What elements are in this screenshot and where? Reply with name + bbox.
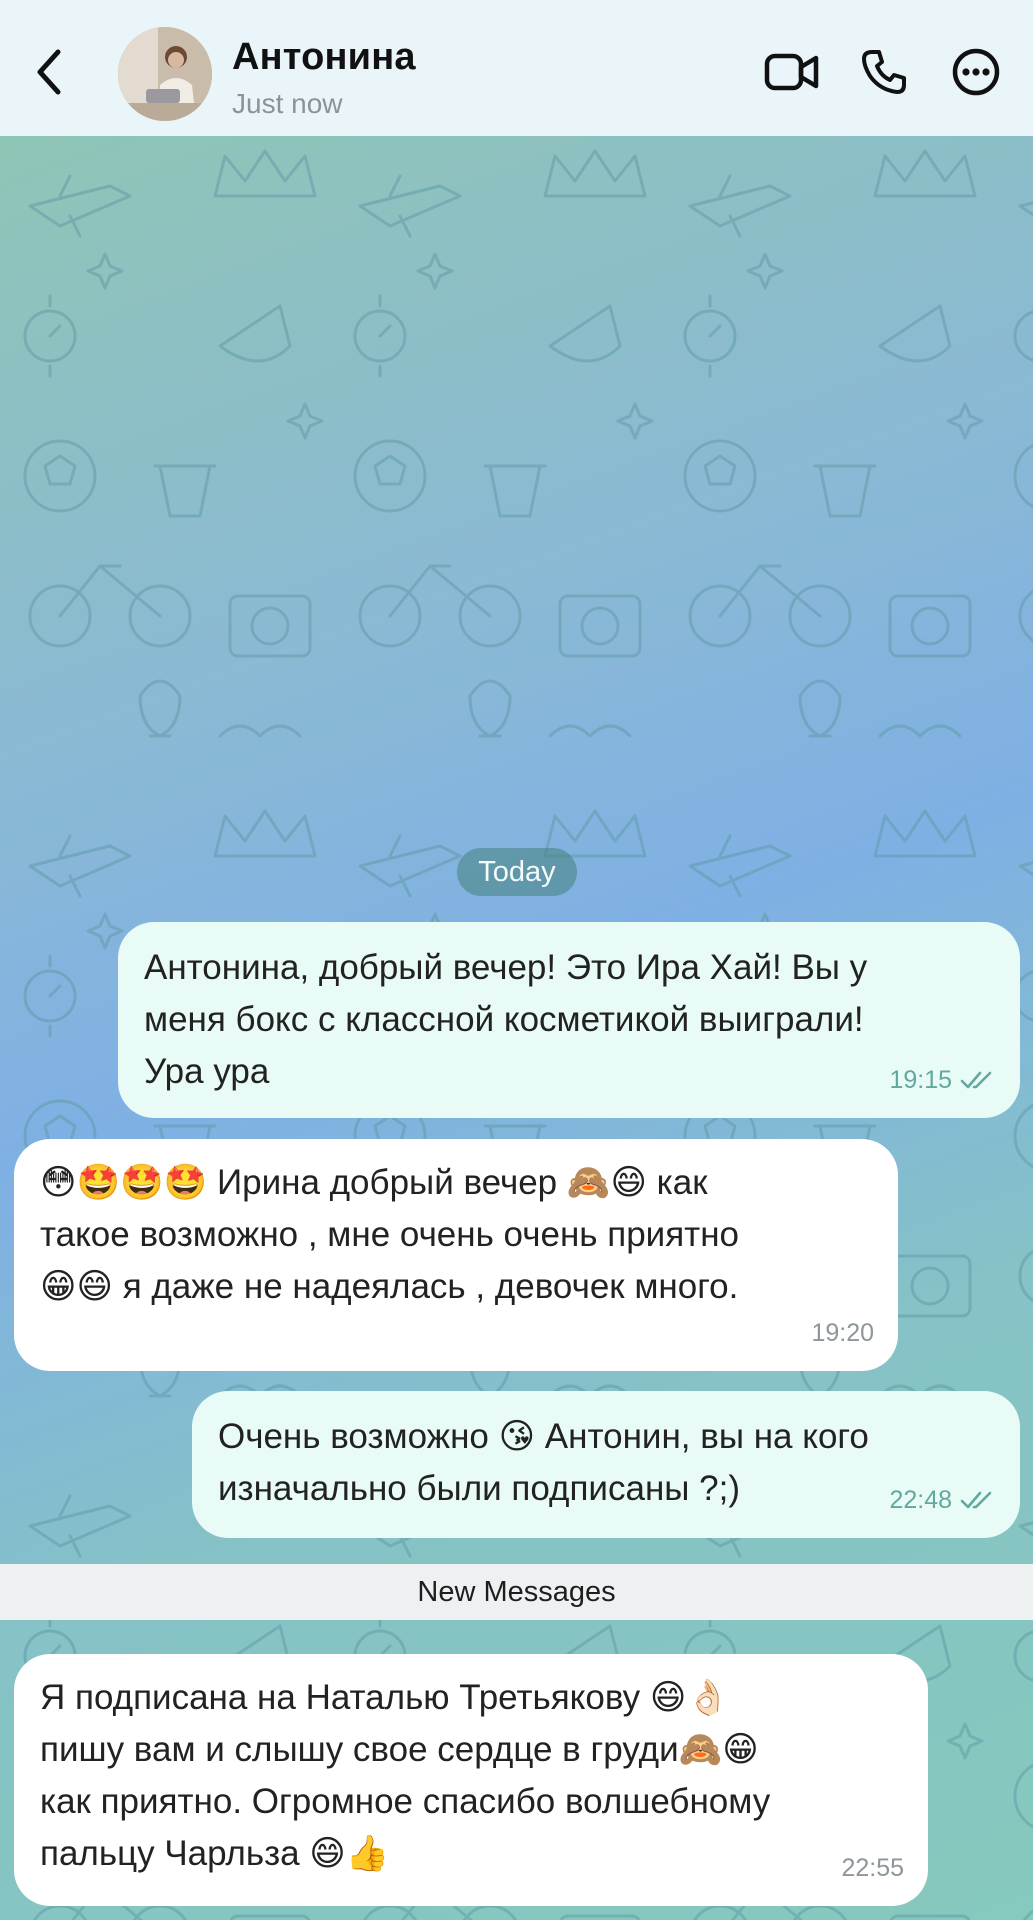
message-bubble-outgoing[interactable]: Антонина, добрый вечер! Это Ира Хай! Вы … (118, 922, 1020, 1118)
more-dots-icon (952, 48, 1000, 96)
avatar[interactable] (118, 27, 212, 121)
last-seen-status: Just now (232, 88, 343, 119)
date-separator: Today (457, 848, 577, 896)
new-messages-divider: New Messages (0, 1564, 1033, 1620)
message-time: 19:20 (811, 1319, 874, 1347)
message-text: 😳🤩🤩🤩 Ирина добрый вечер 🙈😄 как такое воз… (40, 1163, 739, 1306)
message-meta: 19:15 (889, 1054, 996, 1106)
video-call-button[interactable] (760, 40, 824, 104)
double-check-icon (960, 1491, 992, 1509)
avatar-photo (118, 27, 212, 121)
message-meta: 22:55 (841, 1842, 904, 1894)
message-time: 22:48 (889, 1486, 952, 1514)
message-text: Я подписана на Наталью Третьякову 😄👌🏻 пи… (40, 1678, 771, 1873)
message-bubble-incoming[interactable]: Я подписана на Наталью Третьякову 😄👌🏻 пи… (14, 1654, 928, 1906)
double-check-icon (960, 1071, 992, 1089)
message-time: 19:15 (889, 1066, 952, 1094)
chevron-left-icon (37, 49, 61, 95)
video-camera-icon (764, 53, 819, 91)
message-meta: 19:20 (811, 1307, 874, 1359)
message-text: Антонина, добрый вечер! Это Ира Хай! Вы … (144, 948, 868, 1091)
contact-name[interactable]: Антонина (232, 36, 416, 79)
chat-header: Антонина Just now (0, 0, 1033, 136)
back-button[interactable] (26, 40, 72, 104)
phone-icon (862, 50, 906, 94)
more-options-button[interactable] (944, 40, 1008, 104)
message-meta: 22:48 (889, 1474, 996, 1526)
message-text: Очень возможно 😘 Антонин, вы на кого изн… (218, 1417, 869, 1508)
chat-area[interactable]: Today Антонина, добрый вечер! Это Ира Ха… (0, 136, 1033, 1920)
message-bubble-incoming[interactable]: 😳🤩🤩🤩 Ирина добрый вечер 🙈😄 как такое воз… (14, 1139, 898, 1371)
message-bubble-outgoing[interactable]: Очень возможно 😘 Антонин, вы на кого изн… (192, 1391, 1020, 1538)
voice-call-button[interactable] (852, 40, 916, 104)
message-time: 22:55 (841, 1854, 904, 1882)
